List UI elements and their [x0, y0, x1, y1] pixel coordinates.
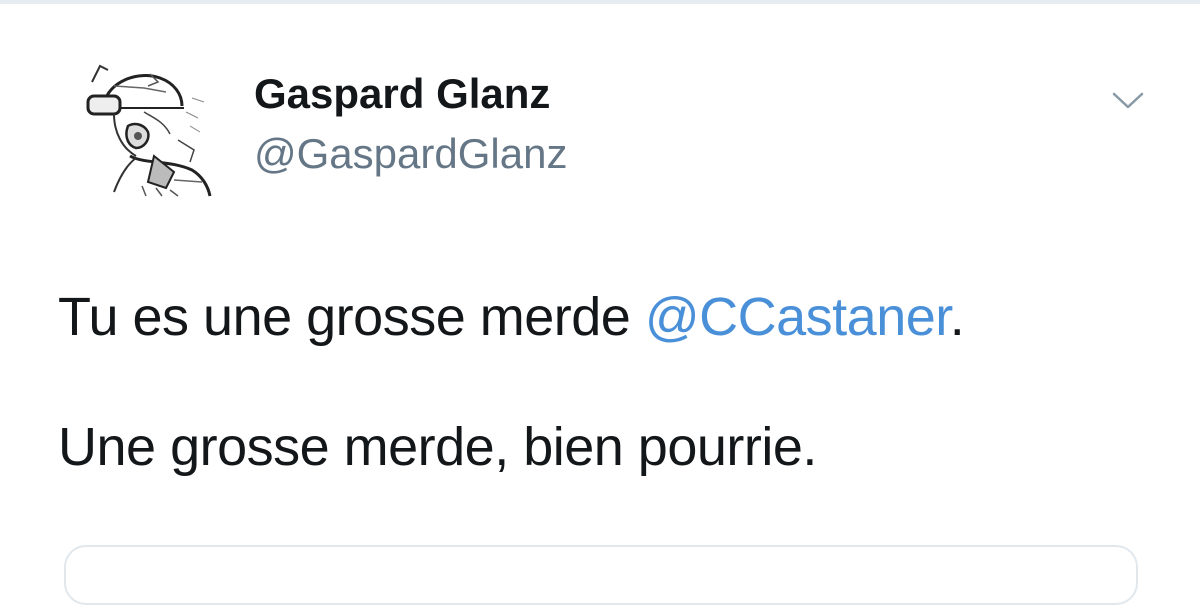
- chevron-down-icon: [1112, 92, 1144, 109]
- tweet-text-line-1: Tu es une grosse merde @CCastaner.: [58, 283, 1178, 351]
- avatar-sketch-icon: [74, 52, 220, 198]
- quoted-card[interactable]: [64, 545, 1138, 605]
- author-handle[interactable]: @GaspardGlanz: [254, 128, 567, 180]
- tweet-text: Tu es une grosse merde @CCastaner. Une g…: [58, 283, 1178, 481]
- avatar[interactable]: [74, 52, 220, 198]
- top-divider: [0, 0, 1200, 4]
- tweet-text-segment: .: [949, 287, 965, 347]
- tweet-menu-button[interactable]: [1108, 84, 1148, 116]
- tweet-text-line-2: Une grosse merde, bien pourrie.: [58, 417, 817, 477]
- tweet-text-segment: Tu es une grosse merde: [58, 287, 645, 347]
- mention-link[interactable]: @CCastaner: [645, 287, 950, 347]
- author-display-name[interactable]: Gaspard Glanz: [254, 68, 550, 120]
